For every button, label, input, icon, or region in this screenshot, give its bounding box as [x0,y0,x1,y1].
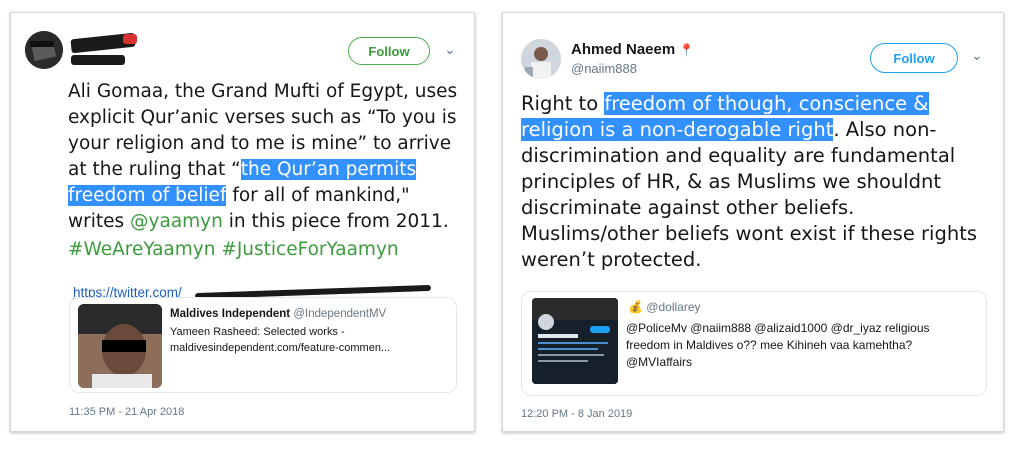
quoted-author: 💰 @dollarey [628,300,701,314]
tweet-card-left: Follow ⌄ Ali Gomaa, the Grand Mufti of E… [10,12,475,432]
mention-link[interactable]: @yaamyn [130,211,223,232]
follow-button[interactable]: Follow [348,37,430,65]
avatar[interactable] [521,39,561,79]
timestamp[interactable]: 11:35 PM - 21 Apr 2018 [69,406,184,418]
tweet-card-right: Ahmed Naeem 📍 @naiim888 Follow ⌄ Right t… [502,12,1004,432]
preview-thumbnail [78,304,162,388]
censored-handle [71,55,125,65]
display-name[interactable]: Ahmed Naeem 📍 [571,41,694,58]
hashtags[interactable]: #WeAreYaamyn #JusticeForYaamyn [68,237,468,263]
follow-button[interactable]: Follow [870,43,958,73]
quoted-screenshot-thumbnail [532,298,618,384]
quoted-text: @PoliceMv @naiim888 @alizaid1000 @dr_iya… [626,321,930,369]
tweet-text: Right to freedom of though, conscience &… [521,92,977,271]
chevron-down-icon[interactable]: ⌄ [444,41,456,58]
tweet-text: Ali Gomaa, the Grand Mufti of Egypt, use… [68,79,468,263]
handle[interactable]: @naiim888 [571,61,637,76]
chevron-down-icon[interactable]: ⌄ [971,47,983,64]
preview-desc-1: Yameen Rasheed: Selected works - [170,326,345,338]
timestamp[interactable]: 12:20 PM - 8 Jan 2019 [521,408,632,420]
preview-desc-2: maldivesindependent.com/feature-commen..… [170,342,391,354]
avatar[interactable] [25,31,63,69]
quoted-tweet[interactable]: 💰 @dollarey @PoliceMv @naiim888 @alizaid… [521,291,987,396]
link-preview-card[interactable]: Maldives Independent @IndependentMV Yame… [69,297,457,393]
preview-title: Maldives Independent @IndependentMV [170,308,387,320]
censored-name-red [123,34,137,44]
